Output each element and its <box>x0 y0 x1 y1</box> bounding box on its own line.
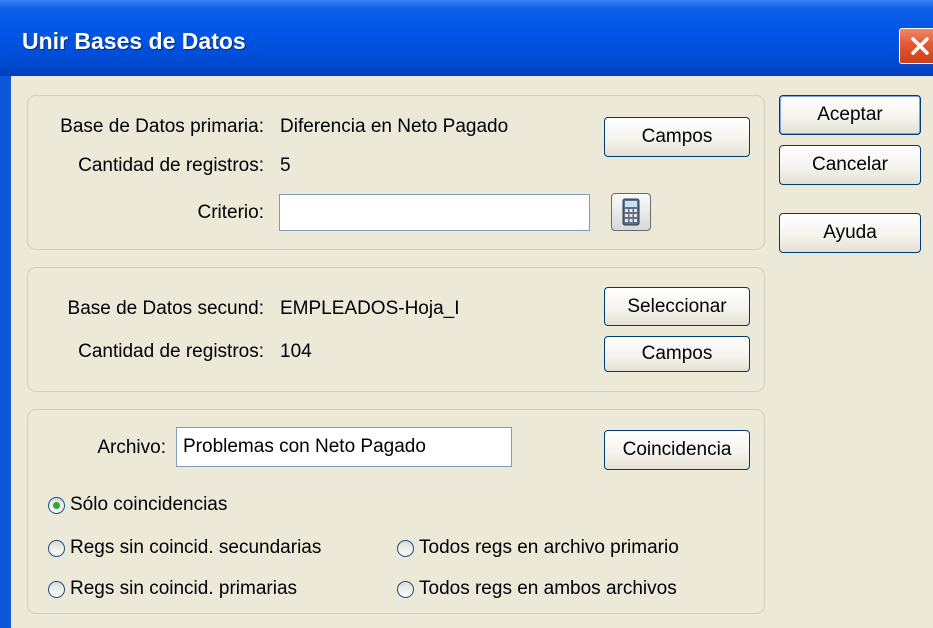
help-button[interactable]: Ayuda <box>779 213 921 253</box>
option-unmatched-primary-label: Regs sin coincid. primarias <box>70 578 298 599</box>
primary-fields-button[interactable]: Campos <box>604 117 750 157</box>
primary-db-label: Base de Datos primaria: <box>60 116 264 137</box>
file-label: Archivo: <box>97 437 166 458</box>
window-title: Unir Bases de Datos <box>22 28 246 54</box>
option-unmatched-secondary[interactable]: Regs sin coincid. secundarias <box>48 537 321 559</box>
dialog-window: Unir Bases de Datos Base de Datos primar… <box>0 0 933 628</box>
option-all-both-label: Todos regs en ambos archivos <box>419 578 677 599</box>
close-icon <box>911 37 929 55</box>
radio-all-both[interactable] <box>397 580 414 598</box>
calculator-icon <box>622 198 640 226</box>
accept-button[interactable]: Aceptar <box>779 95 921 135</box>
option-unmatched-secondary-label: Regs sin coincid. secundarias <box>70 537 322 558</box>
cancel-button[interactable]: Cancelar <box>779 145 921 185</box>
calculator-button[interactable] <box>611 193 651 231</box>
primary-count-label: Cantidad de registros: <box>78 155 264 176</box>
primary-count-value: 5 <box>280 155 291 176</box>
option-all-primary[interactable]: Todos regs en archivo primario <box>397 537 679 559</box>
radio-unmatched-primary[interactable] <box>48 580 65 598</box>
window-left-border <box>0 76 11 628</box>
radio-unmatched-secondary[interactable] <box>48 539 65 557</box>
secondary-count-value: 104 <box>280 341 312 362</box>
match-button[interactable]: Coincidencia <box>604 430 750 470</box>
primary-db-value: Diferencia en Neto Pagado <box>280 116 509 137</box>
radio-all-primary[interactable] <box>397 539 414 557</box>
option-only-matches[interactable]: Sólo coincidencias <box>48 494 227 516</box>
secondary-count-label: Cantidad de registros: <box>78 341 264 362</box>
secondary-db-label: Base de Datos secund: <box>67 298 264 319</box>
select-secondary-button[interactable]: Seleccionar <box>604 287 750 326</box>
option-all-primary-label: Todos regs en archivo primario <box>419 537 679 558</box>
secondary-db-value: EMPLEADOS-Hoja_I <box>280 298 460 319</box>
secondary-db-group <box>27 267 765 392</box>
close-button[interactable] <box>899 28 933 64</box>
file-name-input[interactable] <box>176 427 512 467</box>
criteria-label: Criterio: <box>197 202 264 223</box>
secondary-fields-button[interactable]: Campos <box>604 336 750 372</box>
option-all-both[interactable]: Todos regs en ambos archivos <box>397 578 677 600</box>
option-unmatched-primary[interactable]: Regs sin coincid. primarias <box>48 578 297 600</box>
option-only-matches-label: Sólo coincidencias <box>70 494 228 515</box>
criteria-input[interactable] <box>279 194 590 231</box>
title-bar[interactable]: Unir Bases de Datos <box>0 0 933 76</box>
radio-only-matches[interactable] <box>48 496 65 514</box>
